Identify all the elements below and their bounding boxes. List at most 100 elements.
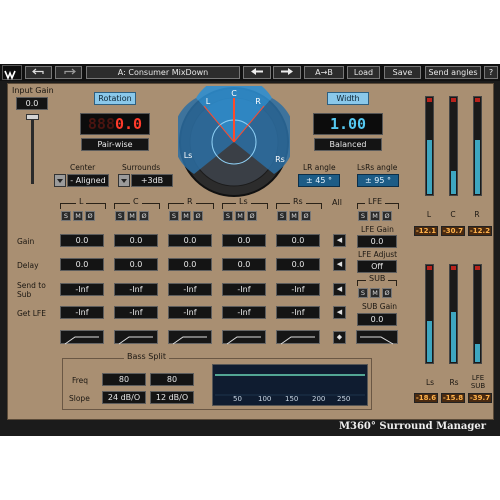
channel-rs-filter-button[interactable]	[276, 330, 320, 345]
channel-l-delay[interactable]: 0.0	[60, 258, 104, 271]
channel-ls-send-to-sub[interactable]: -Inf	[222, 283, 266, 296]
lfe-adjust-value[interactable]: Off	[357, 260, 397, 273]
sub-solo-button[interactable]: S	[358, 288, 368, 298]
channel-rs-phase-button[interactable]: Ø	[301, 211, 311, 221]
channel-r-mute-button[interactable]: M	[181, 211, 191, 221]
channel-c-header: C	[130, 197, 142, 206]
load-button[interactable]: Load	[347, 66, 380, 79]
freq-value-2[interactable]: 80	[150, 373, 194, 386]
channel-rs-send-to-sub[interactable]: -Inf	[276, 283, 320, 296]
center-label: Center	[70, 163, 96, 172]
channel-rs-mute-button[interactable]: M	[289, 211, 299, 221]
input-gain-value[interactable]: 0.0	[16, 97, 48, 110]
channel-r-phase-button[interactable]: Ø	[193, 211, 203, 221]
lfe-gain-value[interactable]: 0.0	[357, 235, 397, 248]
center-select[interactable]: - Aligned	[67, 174, 109, 187]
surround-panner[interactable]: C L R Ls Rs	[178, 86, 290, 198]
redo-button[interactable]	[55, 66, 82, 79]
lr-angle-label: LR angle	[303, 163, 336, 172]
channel-l-filter-button[interactable]	[60, 330, 104, 345]
all-filter-button[interactable]: ◆	[333, 331, 346, 344]
channel-r-delay[interactable]: 0.0	[168, 258, 212, 271]
slope-value-1[interactable]: 24 dB/O	[102, 391, 146, 404]
sub-gain-value[interactable]: 0.0	[357, 313, 397, 326]
lfe-solo-button[interactable]: S	[358, 211, 368, 221]
lfe-filter-button[interactable]	[356, 330, 398, 345]
channel-r-filter-button[interactable]	[168, 330, 212, 345]
slope-value-2[interactable]: 12 dB/O	[150, 391, 194, 404]
channel-ls-solo-button[interactable]: S	[223, 211, 233, 221]
input-gain-slider-knob[interactable]	[26, 114, 39, 120]
input-gain-slider-track[interactable]	[31, 114, 34, 184]
channel-r-solo-button[interactable]: S	[169, 211, 179, 221]
channel-l-solo-button[interactable]: S	[61, 211, 71, 221]
undo-button[interactable]	[25, 66, 52, 79]
channel-rs-gain[interactable]: 0.0	[276, 234, 320, 247]
channel-c-get-lfe[interactable]: -Inf	[114, 306, 158, 319]
meter-r-peak	[475, 98, 480, 102]
center-dropdown-arrow-icon[interactable]	[54, 174, 66, 187]
channel-c-mute-button[interactable]: M	[127, 211, 137, 221]
all-gain-button[interactable]: ◀	[333, 234, 346, 247]
prev-preset-button[interactable]	[243, 66, 271, 79]
channel-r-send-to-sub[interactable]: -Inf	[168, 283, 212, 296]
channel-l-mute-button[interactable]: M	[73, 211, 83, 221]
preset-name-field[interactable]: A: Consumer MixDown	[86, 66, 240, 79]
sub-mute-button[interactable]: M	[370, 288, 380, 298]
all-get-lfe-button[interactable]: ◀	[333, 306, 346, 319]
channel-r-get-lfe[interactable]: -Inf	[168, 306, 212, 319]
channel-c-delay[interactable]: 0.0	[114, 258, 158, 271]
lsrs-angle-value[interactable]: ± 95 °	[357, 174, 399, 187]
channel-c-send-to-sub[interactable]: -Inf	[114, 283, 158, 296]
compare-button[interactable]: A→B	[304, 66, 344, 79]
channel-rs-delay[interactable]: 0.0	[276, 258, 320, 271]
channel-ls-get-lfe[interactable]: -Inf	[222, 306, 266, 319]
all-delay-button[interactable]: ◀	[333, 258, 346, 271]
freq-value-1[interactable]: 80	[102, 373, 146, 386]
help-button[interactable]: ?	[484, 66, 498, 79]
channel-c-solo-button[interactable]: S	[115, 211, 125, 221]
next-preset-button[interactable]	[273, 66, 301, 79]
meter-c-peak	[451, 98, 456, 102]
channel-ls-gain[interactable]: 0.0	[222, 234, 266, 247]
channel-ls-phase-button[interactable]: Ø	[247, 211, 257, 221]
rotation-button[interactable]: Rotation	[94, 92, 136, 105]
channel-c-phase-button[interactable]: Ø	[139, 211, 149, 221]
bass-split-curve-display[interactable]: 50 100 150 200 250	[212, 364, 368, 406]
sub-phase-button[interactable]: Ø	[382, 288, 392, 298]
channel-rs-get-lfe[interactable]: -Inf	[276, 306, 320, 319]
get-lfe-row-label: Get LFE	[17, 309, 46, 318]
channel-rs-solo-button[interactable]: S	[277, 211, 287, 221]
meter-l-peak	[427, 98, 432, 102]
channel-ls-mute-button[interactable]: M	[235, 211, 245, 221]
rotation-value: 0.0	[115, 115, 143, 133]
redo-icon	[63, 68, 76, 75]
rotation-mode-field[interactable]: Pair-wise	[81, 138, 149, 151]
send-angles-button[interactable]: Send angles	[425, 66, 481, 79]
meter-lfe-sub	[473, 264, 482, 364]
surrounds-select[interactable]: +3dB	[131, 174, 173, 187]
meter-c-fill	[451, 171, 456, 194]
width-mode-field[interactable]: Balanced	[314, 138, 382, 151]
lfe-mute-button[interactable]: M	[370, 211, 380, 221]
lsrs-angle-label: LsRs angle	[357, 163, 398, 172]
meter-readout-c: -30.7	[441, 226, 465, 236]
width-button[interactable]: Width	[327, 92, 369, 105]
send-to-sub-row-label: Send to Sub	[17, 281, 46, 299]
channel-ls-filter-button[interactable]	[222, 330, 266, 345]
channel-c-gain[interactable]: 0.0	[114, 234, 158, 247]
channel-ls-delay[interactable]: 0.0	[222, 258, 266, 271]
lfe-phase-button[interactable]: Ø	[382, 211, 392, 221]
lr-angle-value[interactable]: ± 45 °	[298, 174, 340, 187]
channel-rs-header: Rs	[290, 197, 306, 206]
channel-l-send-to-sub[interactable]: -Inf	[60, 283, 104, 296]
channel-l-get-lfe[interactable]: -Inf	[60, 306, 104, 319]
channel-c-filter-button[interactable]	[114, 330, 158, 345]
channel-r-gain[interactable]: 0.0	[168, 234, 212, 247]
channel-l-phase-button[interactable]: Ø	[85, 211, 95, 221]
surrounds-dropdown-arrow-icon[interactable]	[118, 174, 130, 187]
all-send-to-sub-button[interactable]: ◀	[333, 283, 346, 296]
channel-l-gain[interactable]: 0.0	[60, 234, 104, 247]
save-button[interactable]: Save	[384, 66, 421, 79]
meter-lfe-sub-peak	[475, 266, 480, 270]
